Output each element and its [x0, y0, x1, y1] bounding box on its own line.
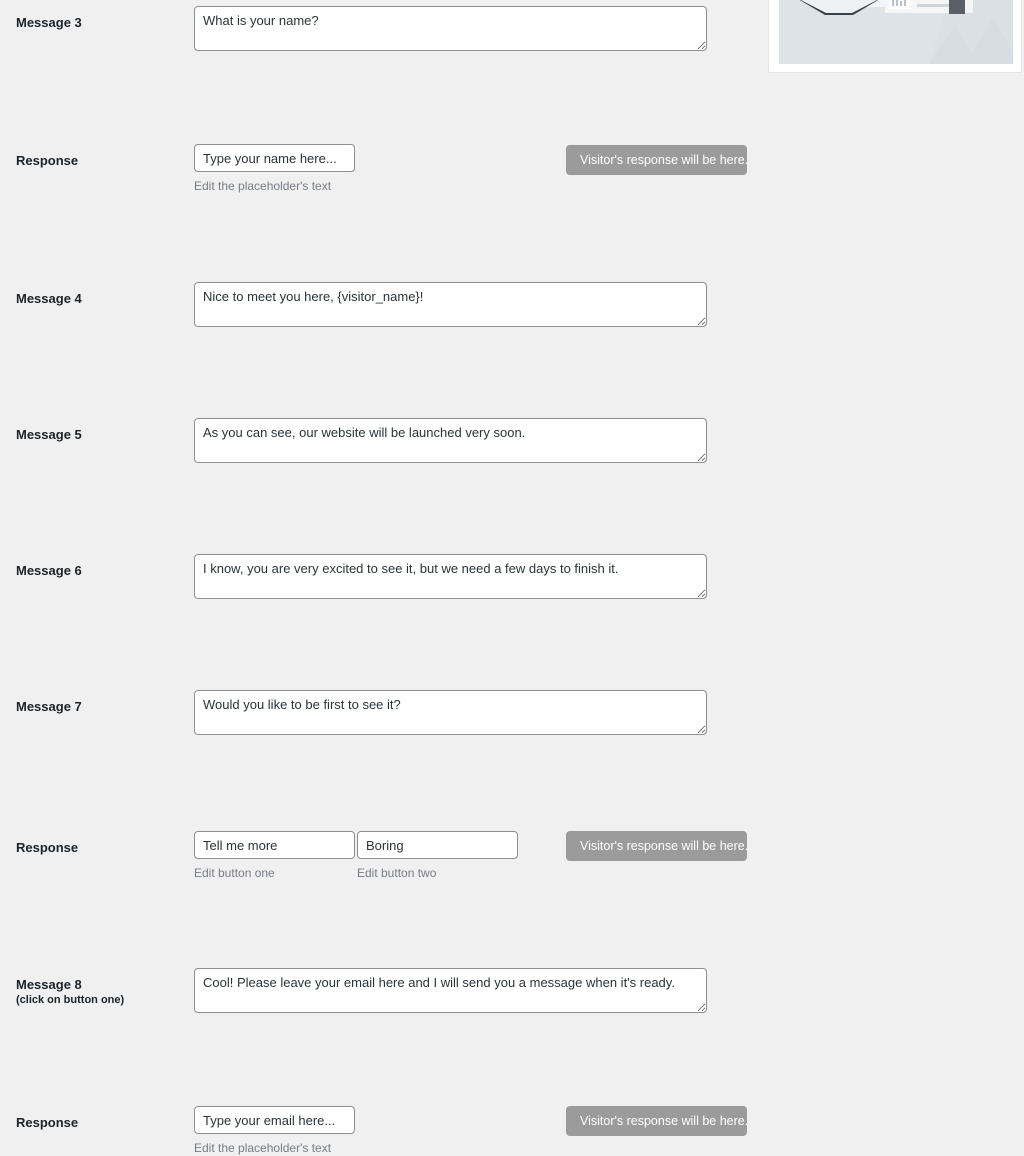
row-label-response-name: Response	[16, 153, 79, 168]
button-one-slot: Edit button one	[194, 831, 355, 881]
row-label-response-email: Response	[16, 1115, 79, 1130]
field-cell-message-8	[194, 968, 707, 1013]
row-label-message-6: Message 6	[16, 563, 82, 578]
visitor-response-bubble-response-buttons: Visitor's response will be here.	[566, 831, 748, 861]
illustration-svg	[779, 0, 1013, 64]
button-two-input[interactable]	[357, 831, 518, 859]
message-textarea-message-6[interactable]	[194, 554, 707, 599]
row-label-cell-response-name: Response	[16, 152, 186, 169]
row-sublabel-message-8: (click on button one)	[16, 994, 125, 1006]
row-label-message-5: Message 5	[16, 427, 82, 442]
button-one-hint: Edit button one	[194, 866, 275, 880]
field-hint-response-email: Edit the placeholder's text	[194, 1141, 332, 1155]
placeholder-input-response-name[interactable]	[194, 144, 355, 172]
message-textarea-message-5[interactable]	[194, 418, 707, 463]
visitor-response-bubble-response-name: Visitor's response will be here.	[566, 145, 748, 175]
visitor-response-bubble-response-email: Visitor's response will be here.	[566, 1106, 748, 1136]
row-label-cell-response-email: Response	[16, 1114, 186, 1131]
field-cell-message-3	[194, 6, 707, 51]
field-cell-message-5	[194, 418, 707, 463]
row-label-cell-message-5: Message 5	[16, 426, 186, 443]
promo-card	[768, 0, 1022, 73]
row-label-message-3: Message 3	[16, 15, 82, 30]
row-label-message-8: Message 8	[16, 977, 82, 992]
row-label-message-4: Message 4	[16, 291, 82, 306]
field-cell-message-6	[194, 554, 707, 599]
row-label-cell-message-6: Message 6	[16, 562, 186, 579]
row-label-response-buttons: Response	[16, 840, 79, 855]
field-cell-response-email: Edit the placeholder's text	[194, 1106, 355, 1156]
message-textarea-message-7[interactable]	[194, 690, 707, 735]
field-cell-response-name: Edit the placeholder's text	[194, 144, 355, 194]
field-hint-response-name: Edit the placeholder's text	[194, 179, 332, 193]
button-one-input[interactable]	[194, 831, 355, 859]
placeholder-input-response-email[interactable]	[194, 1106, 355, 1134]
row-label-cell-response-buttons: Response	[16, 839, 186, 856]
website-launch-illustration	[779, 0, 1013, 64]
button-two-slot: Edit button two	[357, 831, 518, 881]
row-label-message-7: Message 7	[16, 699, 82, 714]
message-textarea-message-8[interactable]	[194, 968, 707, 1013]
row-label-cell-message-3: Message 3	[16, 14, 186, 31]
row-label-cell-message-8: Message 8 (click on button one)	[16, 976, 186, 1008]
field-cell-message-4	[194, 282, 707, 327]
message-textarea-message-3[interactable]	[194, 6, 707, 51]
row-label-cell-message-4: Message 4	[16, 290, 186, 307]
row-label-cell-message-7: Message 7	[16, 698, 186, 715]
button-two-hint: Edit button two	[357, 866, 437, 880]
field-cell-message-7	[194, 690, 707, 735]
message-textarea-message-4[interactable]	[194, 282, 707, 327]
